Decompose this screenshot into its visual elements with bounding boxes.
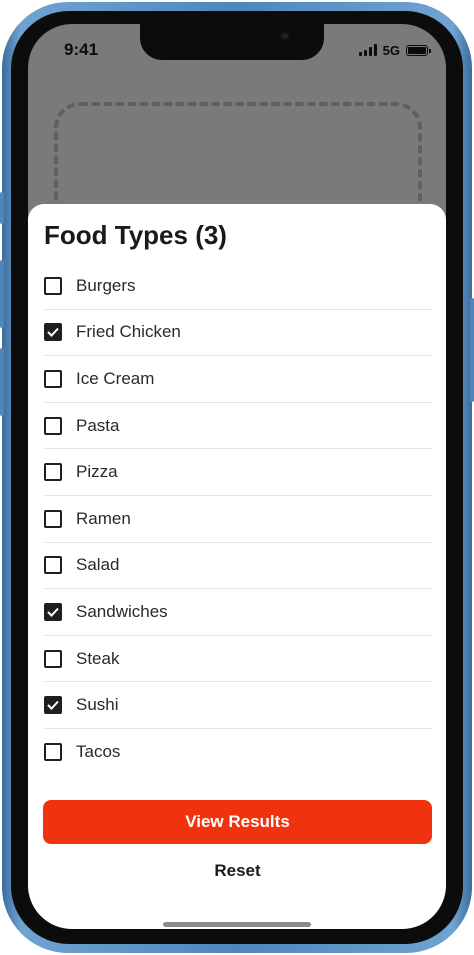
checkbox[interactable]	[44, 602, 62, 621]
checkmark-icon	[47, 328, 59, 338]
silent-switch	[0, 192, 4, 224]
list-item-label: Pasta	[76, 415, 120, 435]
status-time: 9:41	[64, 40, 99, 59]
food-type-list: Burgers Fried Chicken Ice Cream Pasta Pi…	[44, 263, 432, 776]
view-results-button[interactable]: View Results	[43, 800, 432, 844]
list-item-ice-cream[interactable]: Ice Cream	[44, 356, 432, 403]
list-item-label: Burgers	[76, 275, 136, 295]
checkmark-icon	[47, 607, 59, 617]
list-item-pizza[interactable]: Pizza	[44, 449, 432, 496]
notch	[140, 24, 324, 60]
checkbox[interactable]	[44, 323, 62, 342]
list-item-label: Salad	[76, 555, 120, 575]
list-item-label: Ice Cream	[76, 368, 155, 388]
list-item-label: Sandwiches	[76, 601, 168, 621]
checkmark-icon	[47, 700, 59, 711]
list-item-pasta[interactable]: Pasta	[44, 403, 432, 450]
checkbox[interactable]	[44, 509, 62, 528]
list-item-ramen[interactable]: Ramen	[44, 496, 432, 543]
network-type: 5G	[382, 42, 400, 58]
list-item-label: Ramen	[76, 508, 131, 528]
phone-screen: 9:41 5G Food Types (3) Burgers Fried Chi…	[28, 24, 446, 929]
status-indicators: 5G	[358, 42, 431, 58]
checkbox[interactable]	[44, 463, 62, 482]
list-item-label: Pizza	[76, 462, 118, 482]
checkbox[interactable]	[44, 416, 62, 435]
checkbox[interactable]	[44, 369, 62, 388]
list-item-label: Fried Chicken	[76, 322, 181, 342]
list-item-salad[interactable]: Salad	[44, 543, 432, 590]
sheet-title: Food Types (3)	[44, 220, 227, 250]
reset-button[interactable]: Reset	[43, 854, 432, 888]
list-item-sandwiches[interactable]: Sandwiches	[44, 589, 432, 636]
home-indicator	[163, 922, 311, 927]
power-button	[470, 298, 474, 402]
checkbox[interactable]	[44, 556, 62, 575]
list-item-tacos[interactable]: Tacos	[44, 729, 432, 776]
list-item-sushi[interactable]: Sushi	[44, 682, 432, 729]
food-types-sheet: Food Types (3) Burgers Fried Chicken Ice…	[28, 204, 446, 929]
list-item-steak[interactable]: Steak	[44, 636, 432, 683]
battery-icon	[406, 44, 431, 56]
checkbox[interactable]	[44, 696, 62, 715]
volume-down-button	[0, 348, 4, 416]
front-camera-icon	[280, 31, 290, 41]
list-item-fried-chicken[interactable]: Fried Chicken	[44, 310, 432, 357]
checkbox[interactable]	[44, 276, 62, 295]
list-item-label: Tacos	[76, 742, 121, 762]
volume-up-button	[0, 260, 4, 328]
list-item-label: Sushi	[76, 695, 119, 715]
list-item-label: Steak	[76, 648, 120, 668]
cellular-signal-icon	[358, 44, 377, 56]
checkbox[interactable]	[44, 649, 62, 668]
checkbox[interactable]	[44, 743, 62, 762]
list-item-burgers[interactable]: Burgers	[44, 263, 432, 310]
